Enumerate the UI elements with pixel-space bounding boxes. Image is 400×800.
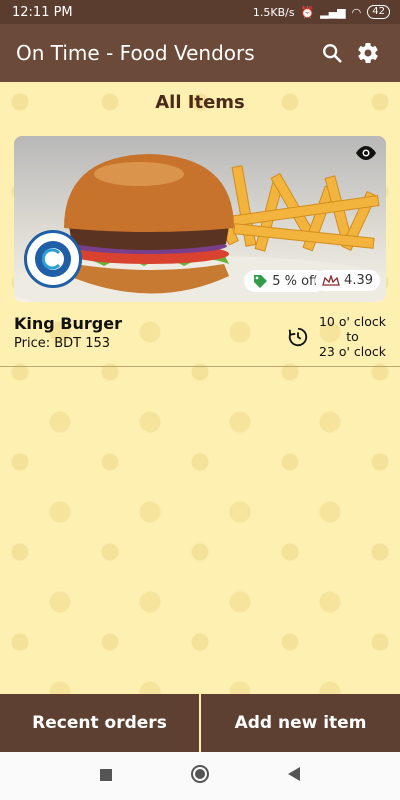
- back-triangle-icon: [288, 767, 301, 781]
- gear-icon: [358, 42, 378, 64]
- discount-text: 5 % off: [272, 273, 318, 289]
- status-icons: 1.5KB/s ⏰ ▂▄▆ ◠ 42: [253, 5, 390, 19]
- search-button[interactable]: [314, 35, 350, 71]
- wifi-icon: ◠: [351, 5, 362, 19]
- alarm-icon: ⏰: [300, 5, 315, 19]
- network-speed: 1.5KB/s: [252, 5, 295, 19]
- rating-badge: 4.39: [315, 270, 380, 291]
- app-bar: On Time - Food Vendors: [0, 24, 400, 82]
- settings-button[interactable]: [350, 35, 386, 71]
- hours-text: 10 o' clock to 23 o' clock: [319, 314, 386, 359]
- crown-icon: [322, 274, 340, 286]
- item-details: King Burger Price: BDT 153: [14, 314, 122, 359]
- home-button[interactable]: [190, 764, 210, 788]
- vendor-logo: [24, 230, 82, 288]
- recents-button[interactable]: [99, 767, 113, 786]
- rating-text: 4.39: [344, 273, 373, 288]
- back-button[interactable]: [287, 766, 301, 786]
- logo-icon: [35, 241, 71, 277]
- eye-icon: [356, 146, 376, 160]
- circle-icon: [190, 765, 209, 783]
- history-clock-icon: [288, 327, 308, 346]
- item-card[interactable]: 5 % off 4.39 King Burger Price: BDT 153: [14, 136, 386, 359]
- signal-icon: ▂▄▆: [320, 5, 346, 19]
- item-divider: [0, 366, 400, 367]
- status-time: 12:11 PM: [12, 4, 73, 20]
- tag-icon: [254, 275, 268, 288]
- hours-to: 23 o' clock: [318, 344, 386, 359]
- view-button[interactable]: [354, 144, 378, 166]
- system-nav-bar: [0, 752, 400, 800]
- item-image: 5 % off 4.39: [14, 136, 386, 302]
- item-info: King Burger Price: BDT 153 10 o' clock t…: [14, 314, 386, 359]
- hours-from: 10 o' clock: [318, 314, 386, 329]
- battery-indicator: 42: [367, 5, 390, 19]
- bottom-action-bar: Recent orders Add new item: [0, 694, 400, 752]
- search-icon: [323, 44, 342, 63]
- add-new-item-button[interactable]: Add new item: [199, 694, 400, 752]
- opening-hours: 10 o' clock to 23 o' clock: [287, 314, 386, 359]
- discount-badge: 5 % off: [244, 270, 326, 292]
- hours-to-word: to: [346, 329, 359, 344]
- status-bar: 12:11 PM 1.5KB/s ⏰ ▂▄▆ ◠ 42: [0, 0, 400, 24]
- content-area: All Items 5 % off 4.39 King Burger Price…: [0, 82, 400, 694]
- recent-orders-button[interactable]: Recent orders: [0, 694, 199, 752]
- app-title: On Time - Food Vendors: [16, 41, 255, 65]
- item-name: King Burger: [14, 314, 122, 333]
- item-price: Price: BDT 153: [14, 336, 111, 351]
- square-icon: [99, 768, 112, 781]
- section-title: All Items: [155, 92, 245, 113]
